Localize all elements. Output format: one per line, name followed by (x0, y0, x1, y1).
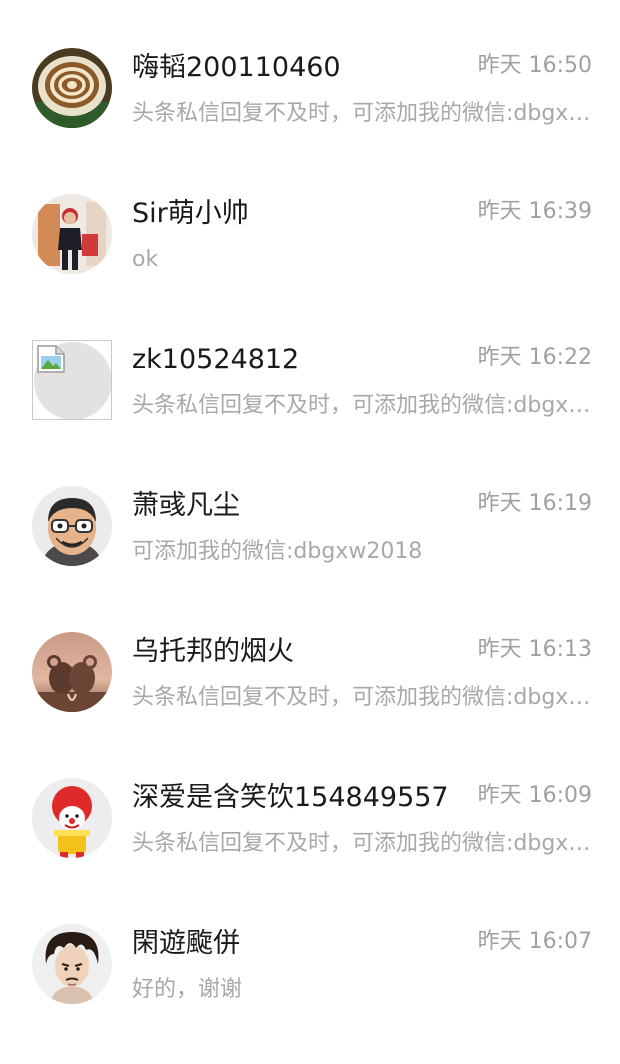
avatar[interactable] (32, 924, 112, 1004)
message-preview: 头条私信回复不及时，可添加我的微信:dbgxw2018 (132, 101, 592, 126)
message-preview: 头条私信回复不及时，可添加我的微信:dbgxw2018 (132, 831, 592, 856)
mice-sunset-avatar (32, 632, 112, 712)
contact-name: 閑遊颴併 (132, 928, 240, 959)
avatar[interactable] (32, 48, 112, 128)
clown-cartoon-avatar (32, 778, 112, 858)
conversation-list: 嗨韬200110460 昨天 16:50 头条私信回复不及时，可添加我的微信:d… (0, 0, 620, 1044)
broken-image-icon (37, 345, 65, 373)
message-time: 昨天 16:07 (477, 929, 592, 954)
conversation-row[interactable]: 閑遊颴併 昨天 16:07 好的，谢谢 (0, 918, 620, 1064)
cartoon-man-glasses-avatar (32, 486, 112, 566)
message-preview: 好的，谢谢 (132, 977, 243, 1002)
avatar[interactable] (32, 632, 112, 712)
contact-name: 深爱是含笑饮154849557 (132, 782, 449, 813)
avatar[interactable] (32, 778, 112, 858)
conversation-row[interactable]: 嗨韬200110460 昨天 16:50 头条私信回复不及时，可添加我的微信:d… (0, 42, 620, 188)
conversation-row[interactable]: 乌托邦的烟火 昨天 16:13 头条私信回复不及时，可添加我的微信:dbgxw2… (0, 626, 620, 772)
conversation-row[interactable]: 深爱是含笑饮154849557 昨天 16:09 头条私信回复不及时，可添加我的… (0, 772, 620, 918)
avatar[interactable] (32, 486, 112, 566)
contact-name: 乌托邦的烟火 (132, 636, 294, 667)
contact-name: 萧彧凡尘 (132, 490, 240, 521)
anime-boy-avatar (32, 924, 112, 1004)
message-time: 昨天 16:22 (477, 345, 592, 370)
message-time: 昨天 16:50 (477, 53, 592, 78)
avatar[interactable] (32, 194, 112, 274)
coffee-latte-art-avatar (32, 48, 112, 128)
contact-name: 嗨韬200110460 (132, 52, 341, 83)
message-time: 昨天 16:13 (477, 637, 592, 662)
contact-name: Sir萌小帅 (132, 198, 249, 229)
contact-name: zk10524812 (132, 344, 300, 375)
message-preview: ok (132, 247, 159, 272)
message-time: 昨天 16:19 (477, 491, 592, 516)
message-preview: 可添加我的微信:dbgxw2018 (132, 539, 423, 564)
message-preview: 头条私信回复不及时，可添加我的微信:dbgxw2018 (132, 393, 592, 418)
avatar[interactable] (32, 340, 112, 420)
conversation-row[interactable]: 萧彧凡尘 昨天 16:19 可添加我的微信:dbgxw2018 (0, 480, 620, 626)
message-time: 昨天 16:09 (477, 783, 592, 808)
message-time: 昨天 16:39 (477, 199, 592, 224)
conversation-row[interactable]: zk10524812 昨天 16:22 头条私信回复不及时，可添加我的微信:db… (0, 334, 620, 480)
message-preview: 头条私信回复不及时，可添加我的微信:dbgxw2018 (132, 685, 592, 710)
conversation-row[interactable]: Sir萌小帅 昨天 16:39 ok (0, 188, 620, 334)
person-photo-avatar (32, 194, 112, 274)
